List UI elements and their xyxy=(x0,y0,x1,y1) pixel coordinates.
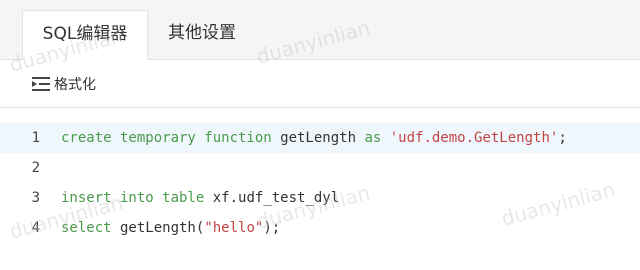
identifier: xf.udf_test_dyl xyxy=(204,190,340,206)
code-text: select getLength("hello"); xyxy=(61,213,280,243)
format-label: 格式化 xyxy=(54,77,96,93)
identifier: getLength xyxy=(271,130,365,146)
code-line: 3 insert into table xf.udf_test_dyl xyxy=(0,183,640,213)
punctuation: ; xyxy=(558,130,567,146)
code-line: 1 create temporary function getLength as… xyxy=(0,123,640,153)
code-line: 4 select getLength("hello"); xyxy=(0,213,640,243)
sql-editor[interactable]: 1 create temporary function getLength as… xyxy=(0,108,640,270)
string-literal: 'udf.demo.GetLength' xyxy=(389,130,559,146)
line-number: 2 xyxy=(31,160,40,176)
keyword: create temporary function xyxy=(61,130,272,146)
line-number: 4 xyxy=(31,220,40,236)
keyword: insert into table xyxy=(61,190,205,206)
line-number: 1 xyxy=(31,130,40,146)
indent-icon xyxy=(32,77,50,91)
identifier: getLength( xyxy=(111,220,205,236)
tab-other-settings[interactable]: 其他设置 xyxy=(148,10,256,61)
keyword: as xyxy=(364,130,382,146)
tab-bar: SQL编辑器 其他设置 xyxy=(0,0,640,61)
keyword: select xyxy=(61,220,112,236)
tab-sql-editor[interactable]: SQL编辑器 xyxy=(22,10,148,61)
string-literal: "hello" xyxy=(204,220,264,236)
editor-toolbar: 格式化 xyxy=(0,60,640,108)
code-text: create temporary function getLength as '… xyxy=(61,123,567,153)
line-number: 3 xyxy=(31,190,40,206)
code-line: 2 xyxy=(0,153,640,183)
format-button[interactable]: 格式化 xyxy=(32,73,96,95)
code-text: insert into table xf.udf_test_dyl xyxy=(61,183,339,213)
punctuation: ); xyxy=(263,220,281,236)
